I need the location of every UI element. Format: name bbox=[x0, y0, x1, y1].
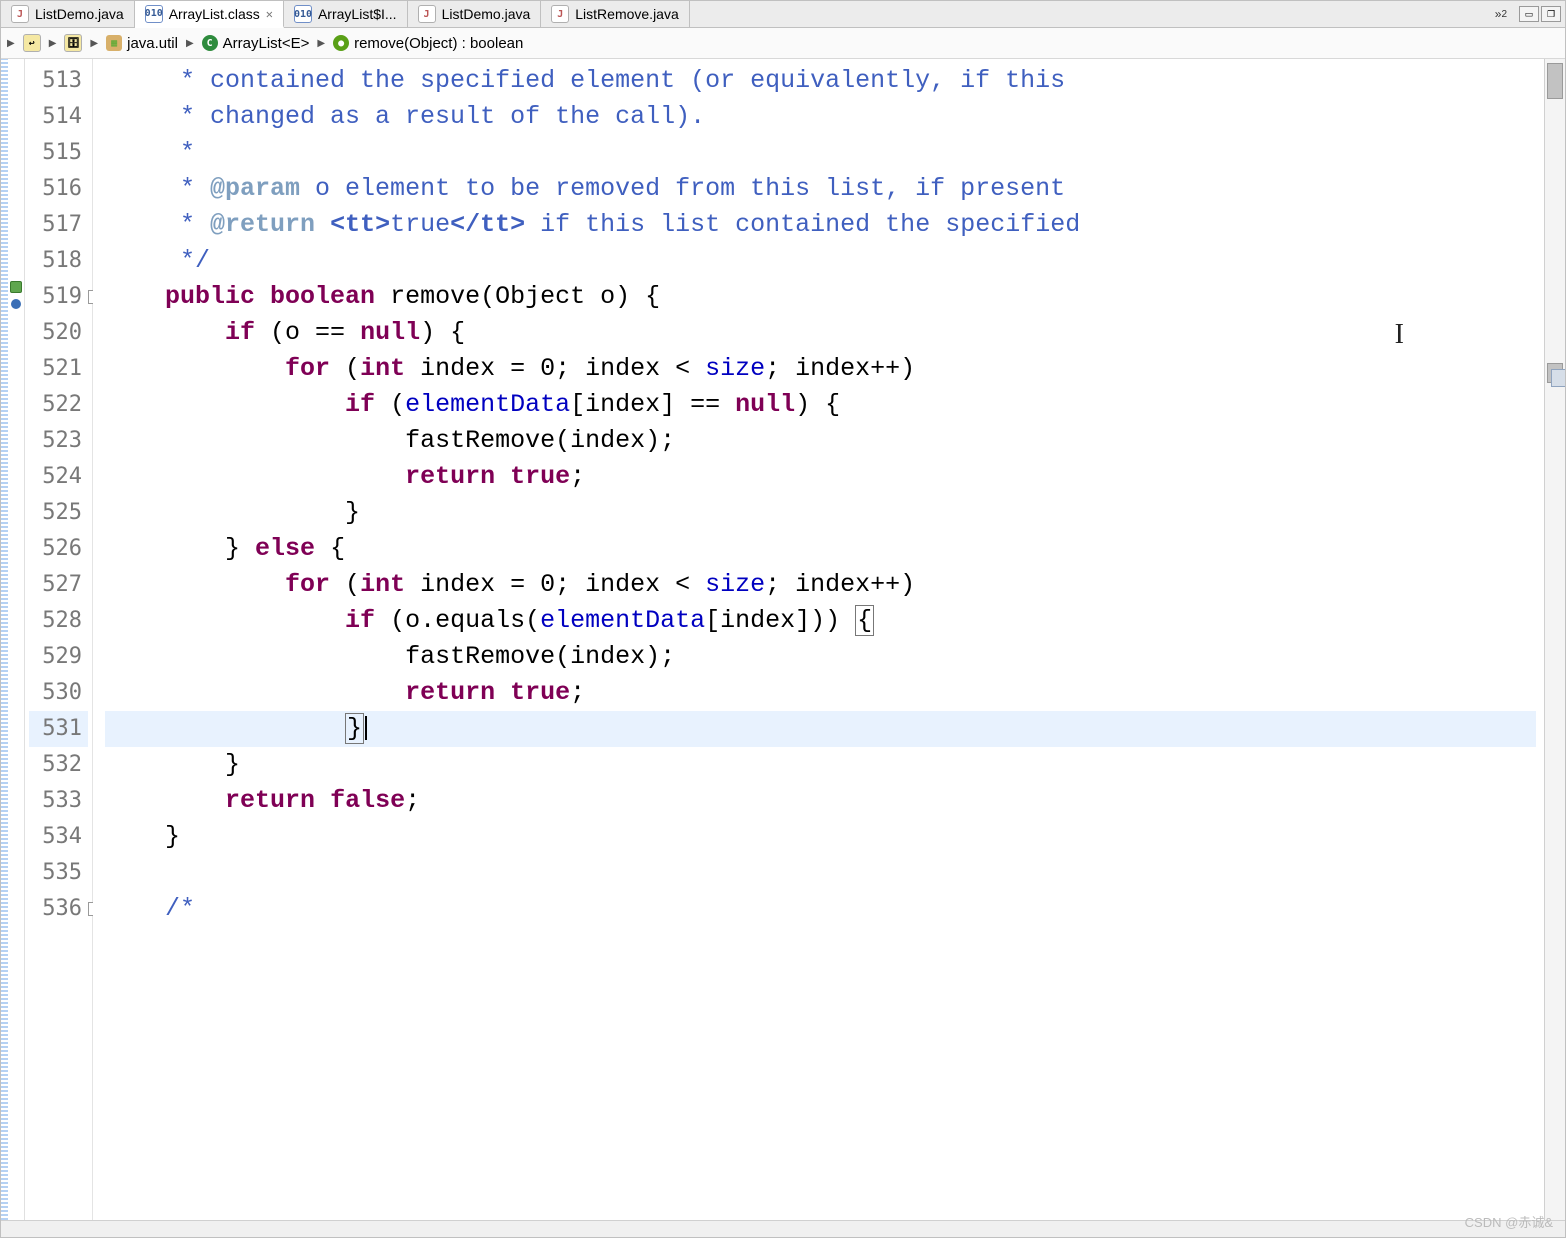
editor-tabbar: J ListDemo.java 010 ArrayList.class ✕ 01… bbox=[1, 1, 1565, 28]
line-number: 533 bbox=[29, 783, 88, 819]
line-number: 519- bbox=[29, 279, 88, 315]
scroll-up-button[interactable] bbox=[1547, 63, 1563, 99]
breadcrumb-label: remove(Object) : boolean bbox=[354, 35, 523, 52]
breadcrumb-jar[interactable]: 🗄 bbox=[60, 32, 86, 54]
tab-arraylist-inner[interactable]: 010 ArrayList$I... bbox=[284, 1, 408, 27]
line-number: 524 bbox=[29, 459, 88, 495]
tab-label: ListDemo.java bbox=[35, 6, 124, 22]
breadcrumb-package[interactable]: ▦ java.util bbox=[102, 33, 182, 54]
annotation-ruler[interactable] bbox=[8, 59, 25, 1220]
chevron-right-icon: ▶ bbox=[49, 38, 57, 49]
class-icon: C bbox=[202, 35, 218, 51]
breadcrumb-class[interactable]: C ArrayList<E> bbox=[198, 33, 314, 54]
overflow-glyph: » bbox=[1495, 7, 1502, 21]
tab-arraylist-class[interactable]: 010 ArrayList.class ✕ bbox=[135, 1, 284, 28]
overflow-count: 2 bbox=[1501, 9, 1507, 20]
horizontal-scrollbar[interactable] bbox=[1, 1220, 1565, 1237]
source-editor[interactable]: * contained the specified element (or eq… bbox=[93, 59, 1544, 1220]
tab-overflow[interactable]: » 2 bbox=[1487, 1, 1515, 27]
line-number: 535 bbox=[29, 855, 88, 891]
line-number: 521 bbox=[29, 351, 88, 387]
mouse-cursor-icon: I bbox=[1395, 319, 1404, 351]
overview-ruler[interactable] bbox=[1544, 59, 1565, 1220]
line-number: 532 bbox=[29, 747, 88, 783]
java-file-icon: J bbox=[551, 5, 569, 23]
class-file-icon: 010 bbox=[294, 5, 312, 23]
chevron-right-icon: ▶ bbox=[186, 38, 194, 49]
line-number: 529 bbox=[29, 639, 88, 675]
line-number: 515 bbox=[29, 135, 88, 171]
close-icon[interactable]: ✕ bbox=[266, 7, 273, 21]
method-icon: ● bbox=[333, 35, 349, 51]
package-icon: ▦ bbox=[106, 35, 122, 51]
nav-jar-icon: 🗄 bbox=[64, 34, 82, 52]
line-number: 531 bbox=[29, 711, 88, 747]
java-file-icon: J bbox=[418, 5, 436, 23]
breadcrumb-nav-back[interactable]: ↩ bbox=[19, 32, 45, 54]
line-number: 513 bbox=[29, 63, 88, 99]
breadcrumb-method[interactable]: ● remove(Object) : boolean bbox=[329, 33, 527, 54]
line-number: 516 bbox=[29, 171, 88, 207]
line-number-gutter[interactable]: 513 514 515 516 517 518 519- 520 521 522… bbox=[25, 59, 93, 1220]
tab-label: ListDemo.java bbox=[442, 6, 531, 22]
override-marker-icon[interactable] bbox=[10, 281, 22, 293]
breadcrumb-label: java.util bbox=[127, 35, 178, 52]
nav-back-icon: ↩ bbox=[23, 34, 41, 52]
tab-listremove[interactable]: J ListRemove.java bbox=[541, 1, 690, 27]
maximize-view-button[interactable]: ❐ bbox=[1541, 6, 1561, 22]
quick-diff-ruler bbox=[1, 59, 8, 1220]
tab-label: ArrayList$I... bbox=[318, 6, 397, 22]
line-number: 518 bbox=[29, 243, 88, 279]
line-number: 530 bbox=[29, 675, 88, 711]
source-code[interactable]: * contained the specified element (or eq… bbox=[93, 59, 1544, 931]
line-number: 522 bbox=[29, 387, 88, 423]
line-number: 527 bbox=[29, 567, 88, 603]
java-file-icon: J bbox=[11, 5, 29, 23]
line-number: 523 bbox=[29, 423, 88, 459]
minimize-view-button[interactable]: ▭ bbox=[1519, 6, 1539, 22]
line-number: 528 bbox=[29, 603, 88, 639]
chevron-right-icon: ▶ bbox=[90, 38, 98, 49]
line-number: 520 bbox=[29, 315, 88, 351]
line-number: 534 bbox=[29, 819, 88, 855]
tab-listdemo-1[interactable]: J ListDemo.java bbox=[1, 1, 135, 27]
breadcrumb-label: ArrayList<E> bbox=[223, 35, 310, 52]
class-file-icon: 010 bbox=[145, 5, 163, 23]
text-caret bbox=[365, 716, 367, 740]
editor-area: 513 514 515 516 517 518 519- 520 521 522… bbox=[1, 59, 1565, 1220]
line-number: 517 bbox=[29, 207, 88, 243]
line-number: 526 bbox=[29, 531, 88, 567]
line-number: 525 bbox=[29, 495, 88, 531]
chevron-right-icon: ▶ bbox=[7, 38, 15, 49]
tab-listdemo-2[interactable]: J ListDemo.java bbox=[408, 1, 542, 27]
overview-marker-icon[interactable] bbox=[1551, 369, 1565, 387]
line-number: 536- bbox=[29, 891, 88, 927]
tab-label: ListRemove.java bbox=[575, 6, 679, 22]
breadcrumb: ▶ ↩ ▶ 🗄 ▶ ▦ java.util ▶ C ArrayList<E> ▶… bbox=[1, 28, 1565, 59]
chevron-right-icon: ▶ bbox=[317, 38, 325, 49]
breakpoint-marker-icon[interactable] bbox=[11, 299, 21, 309]
tab-label: ArrayList.class bbox=[169, 6, 260, 22]
editor-window: J ListDemo.java 010 ArrayList.class ✕ 01… bbox=[0, 0, 1566, 1238]
view-controls: ▭ ❐ bbox=[1515, 1, 1565, 27]
line-number: 514 bbox=[29, 99, 88, 135]
